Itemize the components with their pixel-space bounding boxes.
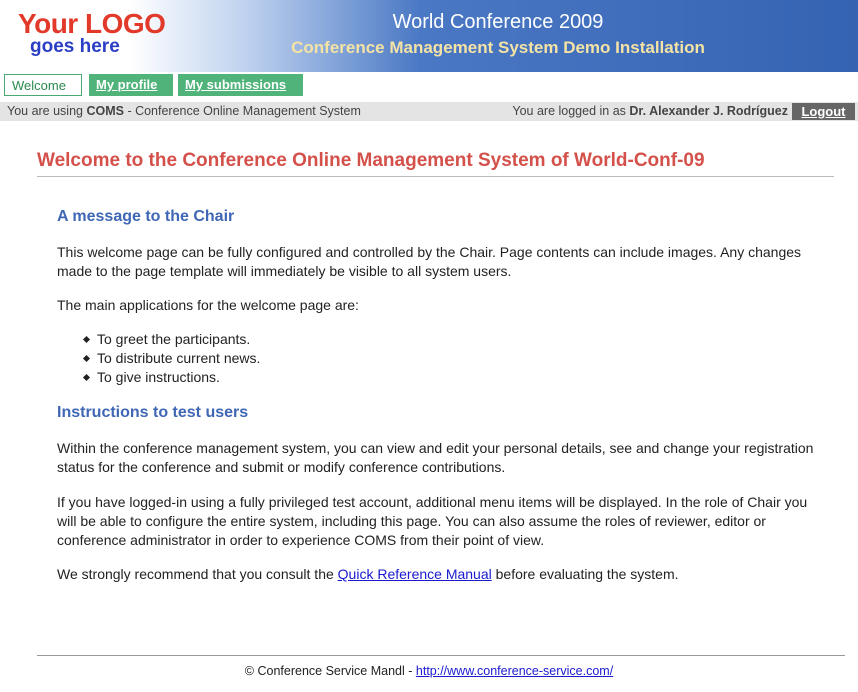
tab-welcome[interactable]: Welcome	[4, 74, 82, 96]
tab-my-submissions[interactable]: My submissions	[178, 74, 303, 96]
list-item: To give instructions.	[97, 368, 827, 387]
tab-my-profile[interactable]: My profile	[89, 74, 173, 96]
status-app-suffix: - Conference Online Management System	[123, 104, 361, 118]
list-item: To greet the participants.	[97, 330, 827, 349]
welcome-body: A message to the Chair This welcome page…	[57, 208, 827, 584]
status-app-info: You are using COMS - Conference Online M…	[7, 102, 361, 121]
footer-link[interactable]: http://www.conference-service.com/	[416, 664, 613, 678]
section-heading-test-users: Instructions to test users	[57, 404, 249, 421]
applications-list: To greet the participants. To distribute…	[57, 330, 827, 387]
footer-copyright: © Conference Service Mandl -	[244, 664, 416, 678]
logged-in-user: Dr. Alexander J. Rodríguez	[629, 104, 788, 118]
logo-line-2: goes here	[30, 36, 120, 57]
list-item: To distribute current news.	[97, 349, 827, 368]
conference-subtitle: Conference Management System Demo Instal…	[291, 38, 705, 57]
footer: © Conference Service Mandl - http://www.…	[0, 664, 858, 678]
status-user-prefix: You are logged in as	[512, 104, 630, 118]
logout-button[interactable]: Logout	[792, 103, 855, 120]
header-banner: Your LOGO goes here World Conference 200…	[0, 0, 858, 72]
status-user-info: You are logged in as Dr. Alexander J. Ro…	[512, 102, 788, 121]
status-app-prefix: You are using	[7, 104, 87, 118]
quick-reference-link[interactable]: Quick Reference Manual	[338, 566, 492, 582]
main-content: Welcome to the Conference Online Managem…	[37, 150, 834, 177]
conference-title: World Conference 2009	[392, 11, 604, 33]
recommend-suffix: before evaluating the system.	[491, 566, 679, 582]
status-bar: You are using COMS - Conference Online M…	[0, 102, 858, 121]
logo[interactable]: Your LOGO goes here	[18, 8, 166, 64]
test-users-paragraph-1: Within the conference management system,…	[57, 440, 814, 475]
page-title: Welcome to the Conference Online Managem…	[37, 150, 834, 177]
recommend-prefix: We strongly recommend that you consult t…	[57, 566, 338, 582]
status-app-name: COMS	[86, 104, 124, 118]
chair-paragraph-2: The main applications for the welcome pa…	[57, 297, 359, 313]
chair-paragraph-1: This welcome page can be fully configure…	[57, 244, 802, 279]
test-users-paragraph-3: We strongly recommend that you consult t…	[57, 565, 827, 584]
section-heading-chair: A message to the Chair	[57, 208, 235, 225]
footer-divider	[37, 655, 845, 656]
test-users-paragraph-2: If you have logged-in using a fully priv…	[57, 494, 808, 548]
